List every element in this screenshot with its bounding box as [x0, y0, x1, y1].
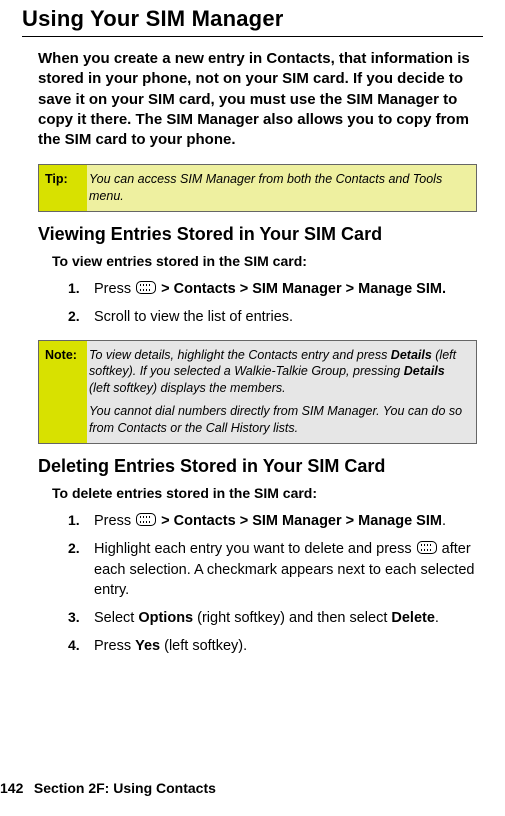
step-text: Press [94, 638, 135, 654]
step-text: (right softkey) and then select [193, 610, 391, 626]
step-sep: > [157, 513, 174, 529]
step-text: . [442, 513, 446, 529]
note-label: Note: [39, 341, 87, 443]
list-item: 1. Press > Contacts > SIM Manager > Mana… [76, 279, 477, 299]
list-item: 3. Select Options (right softkey) and th… [76, 608, 477, 628]
note-paragraph: To view details, highlight the Contacts … [89, 347, 468, 398]
note-content: To view details, highlight the Contacts … [87, 341, 476, 443]
menu-key-icon [417, 541, 437, 554]
tip-content: You can access SIM Manager from both the… [87, 165, 476, 211]
list-item: 2. Scroll to view the list of entries. [76, 307, 477, 327]
deleting-lead: To delete entries stored in the SIM card… [52, 485, 477, 501]
viewing-steps: 1. Press > Contacts > SIM Manager > Mana… [38, 279, 477, 328]
note-callout: Note: To view details, highlight the Con… [38, 340, 477, 444]
note-paragraph: You cannot dial numbers directly from SI… [89, 403, 468, 437]
step-text: Highlight each entry you want to delete … [94, 541, 416, 557]
title-rule [22, 36, 483, 37]
tip-text: You can access SIM Manager from both the… [89, 171, 468, 205]
step-number: 4. [68, 636, 80, 656]
intro-paragraph: When you create a new entry in Contacts,… [38, 49, 477, 150]
menu-key-icon [136, 281, 156, 294]
step-text: Select [94, 610, 138, 626]
step-sep: > [157, 281, 174, 297]
step-text: Scroll to view the list of entries. [94, 309, 293, 325]
step-bold: Contacts [174, 281, 236, 297]
step-bold: SIM Manager [252, 281, 341, 297]
tip-label: Tip: [39, 165, 87, 211]
step-sep: > [236, 513, 253, 529]
step-bold: Delete [391, 610, 435, 626]
step-bold: Contacts [174, 513, 236, 529]
step-text: Press [94, 513, 135, 529]
step-number: 3. [68, 608, 80, 628]
tip-callout: Tip: You can access SIM Manager from bot… [38, 164, 477, 212]
page: Using Your SIM Manager When you create a… [0, 6, 505, 816]
step-sep: > [236, 281, 253, 297]
list-item: 1. Press > Contacts > SIM Manager > Mana… [76, 511, 477, 531]
list-item: 4. Press Yes (left softkey). [76, 636, 477, 656]
step-bold: SIM Manager [252, 513, 341, 529]
deleting-steps: 1. Press > Contacts > SIM Manager > Mana… [38, 511, 477, 657]
page-title: Using Your SIM Manager [22, 6, 483, 32]
step-bold: Options [138, 610, 193, 626]
step-text: (left softkey). [160, 638, 247, 654]
menu-key-icon [136, 513, 156, 526]
page-number: 142 [0, 780, 30, 796]
step-number: 2. [68, 307, 80, 327]
page-footer: 142 Section 2F: Using Contacts [0, 780, 216, 796]
step-sep: > [342, 513, 359, 529]
viewing-heading: Viewing Entries Stored in Your SIM Card [38, 224, 477, 245]
step-number: 1. [68, 511, 80, 531]
section-label: Section 2F: Using Contacts [34, 780, 216, 796]
viewing-lead: To view entries stored in the SIM card: [52, 253, 477, 269]
step-bold: Manage SIM [358, 513, 442, 529]
deleting-heading: Deleting Entries Stored in Your SIM Card [38, 456, 477, 477]
step-text: Press [94, 281, 135, 297]
step-number: 1. [68, 279, 80, 299]
step-text: . [435, 610, 439, 626]
step-sep: > [342, 281, 359, 297]
content-block: When you create a new entry in Contacts,… [38, 49, 477, 657]
step-number: 2. [68, 539, 80, 559]
step-bold: Manage SIM. [358, 281, 446, 297]
step-bold: Yes [135, 638, 160, 654]
list-item: 2. Highlight each entry you want to dele… [76, 539, 477, 600]
